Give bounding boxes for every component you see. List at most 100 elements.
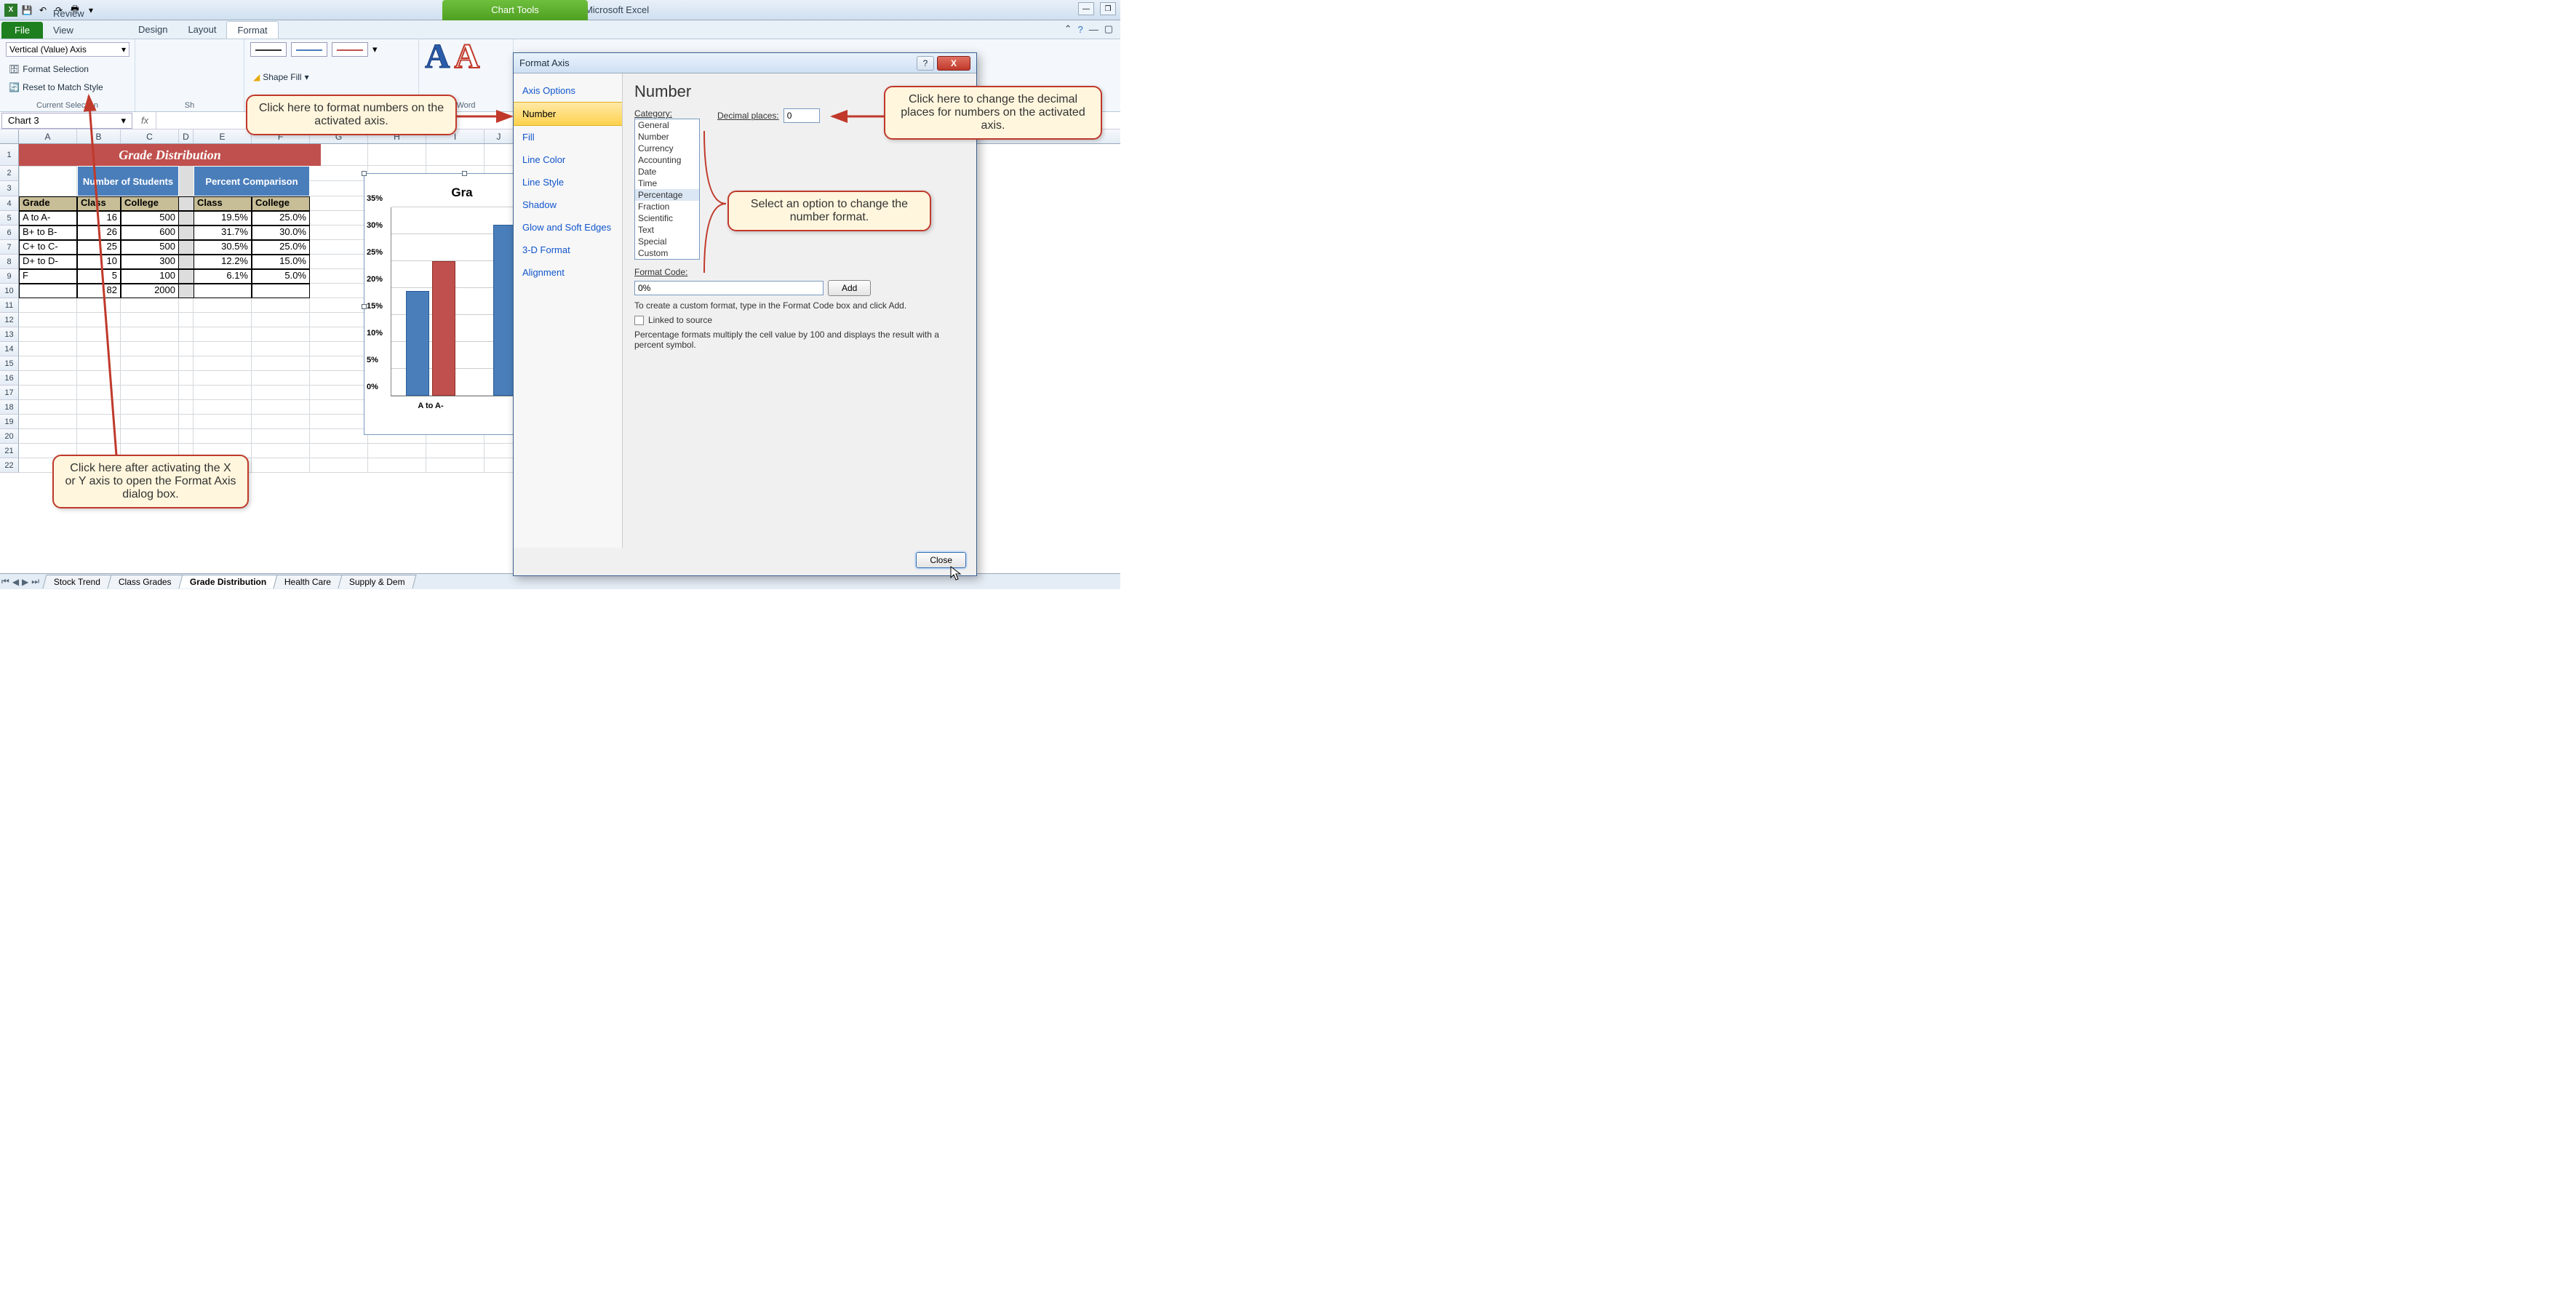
cell[interactable] [426, 458, 485, 473]
cell[interactable] [368, 144, 426, 166]
cell[interactable] [179, 313, 194, 327]
resize-handle[interactable] [362, 171, 367, 176]
row-header[interactable]: 22 [0, 458, 19, 473]
tab-layout[interactable]: Layout [178, 21, 226, 39]
cell[interactable] [179, 356, 194, 371]
cell[interactable] [194, 371, 252, 386]
row-header[interactable]: 16 [0, 371, 19, 386]
data-cell[interactable] [179, 211, 194, 226]
wordart-styles[interactable]: A A [425, 42, 507, 71]
row-header[interactable]: 2 [0, 166, 19, 181]
row-header[interactable]: 12 [0, 313, 19, 327]
cell[interactable] [179, 429, 194, 444]
dialog-nav-line-style[interactable]: Line Style [514, 171, 622, 193]
sheet-tab[interactable]: Health Care [274, 575, 343, 588]
data-cell[interactable] [179, 269, 194, 284]
data-cell[interactable]: 15.0% [252, 255, 310, 269]
cell[interactable] [194, 415, 252, 429]
cell[interactable] [121, 356, 179, 371]
data-cell[interactable]: 25 [77, 240, 121, 255]
cell[interactable] [310, 429, 368, 444]
tab-nav-first[interactable]: ⏮ [0, 576, 11, 587]
cell[interactable] [179, 415, 194, 429]
data-cell[interactable] [179, 284, 194, 298]
row-header[interactable]: 1 [0, 144, 19, 166]
col-header-E[interactable]: E [194, 129, 252, 143]
sheet-tab[interactable]: Stock Trend [43, 575, 112, 588]
cell[interactable] [179, 386, 194, 400]
restore-button[interactable]: ❐ [1100, 2, 1116, 15]
category-option[interactable]: Currency [635, 143, 699, 154]
cell[interactable] [77, 342, 121, 356]
cell[interactable] [19, 342, 77, 356]
cell[interactable] [252, 298, 310, 313]
row-header[interactable]: 13 [0, 327, 19, 342]
dialog-titlebar[interactable]: Format Axis ? X [514, 53, 976, 73]
dialog-help-button[interactable]: ? [917, 56, 934, 71]
cell[interactable] [19, 371, 77, 386]
data-cell[interactable] [19, 284, 77, 298]
cell[interactable] [194, 327, 252, 342]
cell[interactable] [485, 144, 514, 166]
cell[interactable] [252, 415, 310, 429]
cell[interactable] [252, 356, 310, 371]
data-cell[interactable] [252, 284, 310, 298]
shape-fill-button[interactable]: ◢ Shape Fill ▾ [250, 71, 412, 84]
col-header-C[interactable]: C [121, 129, 179, 143]
cell[interactable] [310, 356, 368, 371]
cell[interactable] [77, 429, 121, 444]
dialog-nav-shadow[interactable]: Shadow [514, 193, 622, 216]
tab-format[interactable]: Format [226, 21, 278, 39]
row-header[interactable]: 18 [0, 400, 19, 415]
row-header[interactable]: 17 [0, 386, 19, 400]
cell[interactable] [121, 327, 179, 342]
cell[interactable] [77, 313, 121, 327]
row-header[interactable]: 14 [0, 342, 19, 356]
dialog-nav-line-color[interactable]: Line Color [514, 148, 622, 171]
category-option[interactable]: Date [635, 166, 699, 177]
tab-nav-last[interactable]: ⏭ [30, 576, 41, 587]
category-listbox[interactable]: GeneralNumberCurrencyAccountingDateTimeP… [634, 119, 700, 260]
cell[interactable] [77, 298, 121, 313]
cell[interactable] [252, 386, 310, 400]
col-header-A[interactable]: A [19, 129, 77, 143]
shape-styles-gallery[interactable]: ▾ [250, 42, 412, 57]
cell[interactable] [19, 429, 77, 444]
data-cell[interactable]: C+ to C- [19, 240, 77, 255]
decimal-places-input[interactable] [783, 108, 820, 123]
data-cell[interactable]: 6.1% [194, 269, 252, 284]
row-header[interactable]: 7 [0, 240, 19, 255]
row-header[interactable]: 9 [0, 269, 19, 284]
cell[interactable] [310, 371, 368, 386]
cell[interactable] [310, 400, 368, 415]
data-cell[interactable]: 600 [121, 226, 179, 240]
cell[interactable] [77, 371, 121, 386]
cell[interactable] [121, 298, 179, 313]
row-header[interactable]: 3 [0, 181, 19, 196]
data-cell[interactable]: 31.7% [194, 226, 252, 240]
dialog-nav-fill[interactable]: Fill [514, 126, 622, 148]
cell[interactable] [19, 415, 77, 429]
row-header[interactable]: 10 [0, 284, 19, 298]
row-header[interactable]: 21 [0, 444, 19, 458]
add-button[interactable]: Add [828, 280, 871, 296]
cell[interactable] [19, 327, 77, 342]
col-header-B[interactable]: B [77, 129, 121, 143]
data-cell[interactable]: 25.0% [252, 211, 310, 226]
data-cell[interactable]: 5.0% [252, 269, 310, 284]
dialog-close-button[interactable]: X [937, 56, 970, 71]
data-cell[interactable]: 16 [77, 211, 121, 226]
data-cell[interactable] [179, 255, 194, 269]
format-selection-button[interactable]: 🗄 Format Selection [6, 63, 129, 76]
cell[interactable] [121, 386, 179, 400]
cell[interactable] [77, 356, 121, 371]
cell[interactable] [77, 400, 121, 415]
cell[interactable] [77, 415, 121, 429]
dialog-nav-alignment[interactable]: Alignment [514, 261, 622, 284]
tab-view[interactable]: View [43, 22, 116, 39]
cell[interactable] [252, 458, 310, 473]
dialog-nav-glow-and-soft-edges[interactable]: Glow and Soft Edges [514, 216, 622, 239]
tab-file[interactable]: File [1, 22, 43, 39]
category-option[interactable]: Accounting [635, 154, 699, 166]
chart-element-selector[interactable]: Vertical (Value) Axis▾ [6, 42, 129, 57]
